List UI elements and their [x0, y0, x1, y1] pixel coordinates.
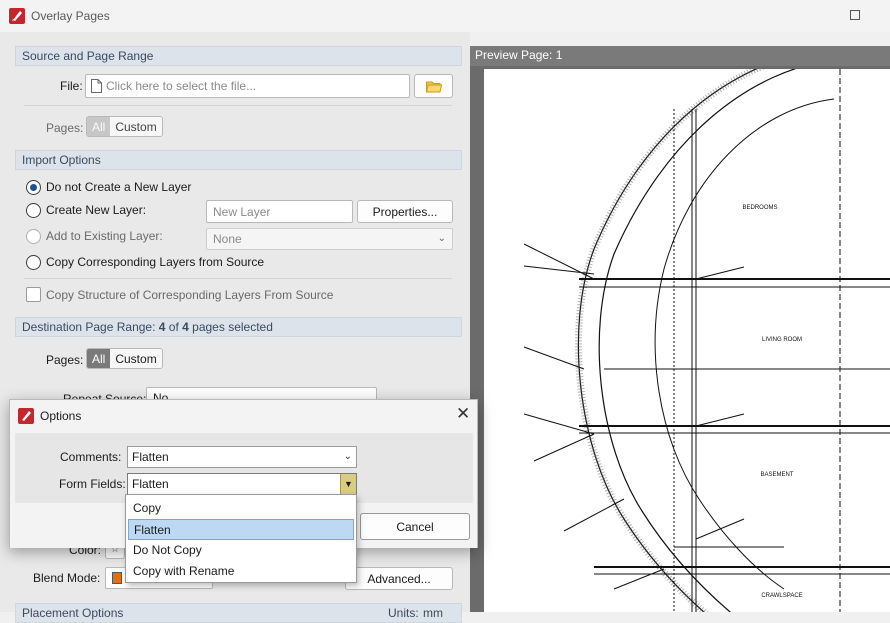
units-value[interactable]: mm — [423, 606, 443, 620]
dropdown-item-copy-with-rename[interactable]: Copy with Rename — [128, 561, 354, 582]
file-input-placeholder: Click here to select the file... — [106, 79, 257, 93]
advanced-button-label: Advanced... — [367, 571, 431, 586]
source-header-text: Source and Page Range — [22, 49, 154, 63]
copy-structure-label: Copy Structure of Corresponding Layers F… — [46, 288, 334, 302]
form-fields-value: Flatten — [132, 477, 169, 491]
comments-label: Comments: — [60, 450, 122, 464]
source-group-header: Source and Page Range — [15, 46, 462, 66]
chevron-down-icon: ⌄ — [437, 233, 446, 244]
app-logo-icon — [18, 408, 34, 424]
chevron-down-icon: ▼ — [340, 474, 356, 494]
source-pages-toggle[interactable]: All Custom — [86, 116, 163, 137]
source-pages-all[interactable]: All — [87, 117, 111, 136]
drawing-label-living-room: LIVING ROOM — [762, 337, 802, 343]
copy-structure-checkbox[interactable] — [26, 287, 41, 302]
preview-panel: Preview Page: 1 BEDROOMS LIVING ROOM BAS… — [470, 46, 890, 612]
advanced-button[interactable]: Advanced... — [345, 567, 453, 590]
destination-group-header: Destination Page Range: 4 of 4 pages sel… — [15, 317, 462, 337]
separator — [24, 105, 452, 106]
window-title: Overlay Pages — [31, 9, 110, 23]
copy-layers-label: Copy Corresponding Layers from Source — [46, 255, 265, 269]
comments-value: Flatten — [132, 450, 169, 464]
new-layer-radio[interactable] — [26, 203, 41, 218]
existing-layer-value: None — [213, 232, 242, 246]
dropdown-item-do-not-copy[interactable]: Do Not Copy — [128, 540, 354, 561]
new-layer-input[interactable]: New Layer — [206, 200, 353, 223]
new-layer-placeholder: New Layer — [213, 204, 271, 219]
form-fields-label: Form Fields: — [59, 477, 126, 491]
file-label: File: — [60, 79, 83, 93]
import-header-text: Import Options — [22, 153, 101, 167]
copy-layers-radio[interactable] — [26, 255, 41, 270]
maximize-icon[interactable] — [850, 10, 860, 20]
units-label: Units: — [388, 606, 419, 620]
blend-mode-label: Blend Mode: — [33, 571, 101, 585]
preview-header-text: Preview Page: 1 — [475, 48, 563, 62]
options-dialog-title: Options — [40, 409, 82, 423]
preview-page[interactable]: BEDROOMS LIVING ROOM BASEMENT CRAWLSPACE — [484, 69, 890, 612]
new-layer-label: Create New Layer: — [46, 203, 147, 217]
properties-button[interactable]: Properties... — [357, 200, 453, 223]
architectural-drawing: BEDROOMS LIVING ROOM BASEMENT CRAWLSPACE — [523, 69, 890, 612]
form-fields-dropdown: Copy Flatten Do Not Copy Copy with Renam… — [125, 494, 357, 583]
window-titlebar: Overlay Pages — [0, 0, 890, 32]
app-logo-icon — [9, 8, 25, 24]
options-dialog-titlebar: Options ✕ — [10, 400, 477, 432]
source-pages-label: Pages: — [46, 121, 84, 135]
destination-of: of — [165, 320, 183, 334]
separator — [24, 278, 452, 279]
dropdown-item-flatten[interactable]: Flatten — [128, 519, 354, 540]
destination-pages-toggle[interactable]: All Custom — [86, 348, 163, 369]
blend-mode-swatch-icon — [112, 572, 122, 584]
browse-button[interactable] — [414, 74, 453, 98]
drawing-label-basement: BASEMENT — [760, 472, 793, 478]
existing-layer-radio[interactable] — [26, 229, 41, 244]
cancel-button[interactable]: Cancel — [360, 513, 470, 540]
no-layer-label: Do not Create a New Layer — [46, 180, 192, 194]
destination-header-suffix: pages selected — [188, 320, 273, 334]
form-fields-select[interactable]: Flatten ▼ — [127, 473, 357, 495]
chevron-down-icon: ⌄ — [343, 451, 352, 462]
close-icon[interactable]: ✕ — [456, 404, 470, 424]
dropdown-item-copy[interactable]: Copy — [128, 498, 354, 519]
import-group-header: Import Options — [15, 150, 462, 170]
properties-button-label: Properties... — [372, 204, 438, 219]
existing-layer-label: Add to Existing Layer: — [46, 229, 163, 243]
destination-total-count: 4 — [182, 320, 189, 334]
file-input[interactable]: Click here to select the file... — [85, 74, 410, 98]
destination-pages-label: Pages: — [46, 353, 84, 367]
source-pages-custom[interactable]: Custom — [110, 117, 162, 136]
drawing-label-bedrooms: BEDROOMS — [742, 205, 777, 211]
options-dialog-body: Comments: Flatten ⌄ Form Fields: Flatten… — [15, 433, 473, 503]
placement-group-header: Placement Options Units: mm — [15, 603, 462, 623]
existing-layer-select[interactable]: None ⌄ — [206, 228, 453, 250]
destination-header-prefix: Destination Page Range: — [22, 320, 159, 334]
preview-header: Preview Page: 1 — [470, 46, 890, 66]
placement-header-text: Placement Options — [22, 606, 124, 620]
folder-icon — [425, 81, 442, 92]
document-icon — [91, 79, 102, 93]
cancel-button-label: Cancel — [396, 519, 434, 534]
no-layer-radio[interactable] — [26, 180, 41, 195]
destination-pages-custom[interactable]: Custom — [110, 349, 162, 368]
comments-select[interactable]: Flatten ⌄ — [127, 446, 357, 468]
drawing-label-crawlspace: CRAWLSPACE — [761, 593, 802, 599]
destination-pages-all[interactable]: All — [87, 349, 111, 368]
